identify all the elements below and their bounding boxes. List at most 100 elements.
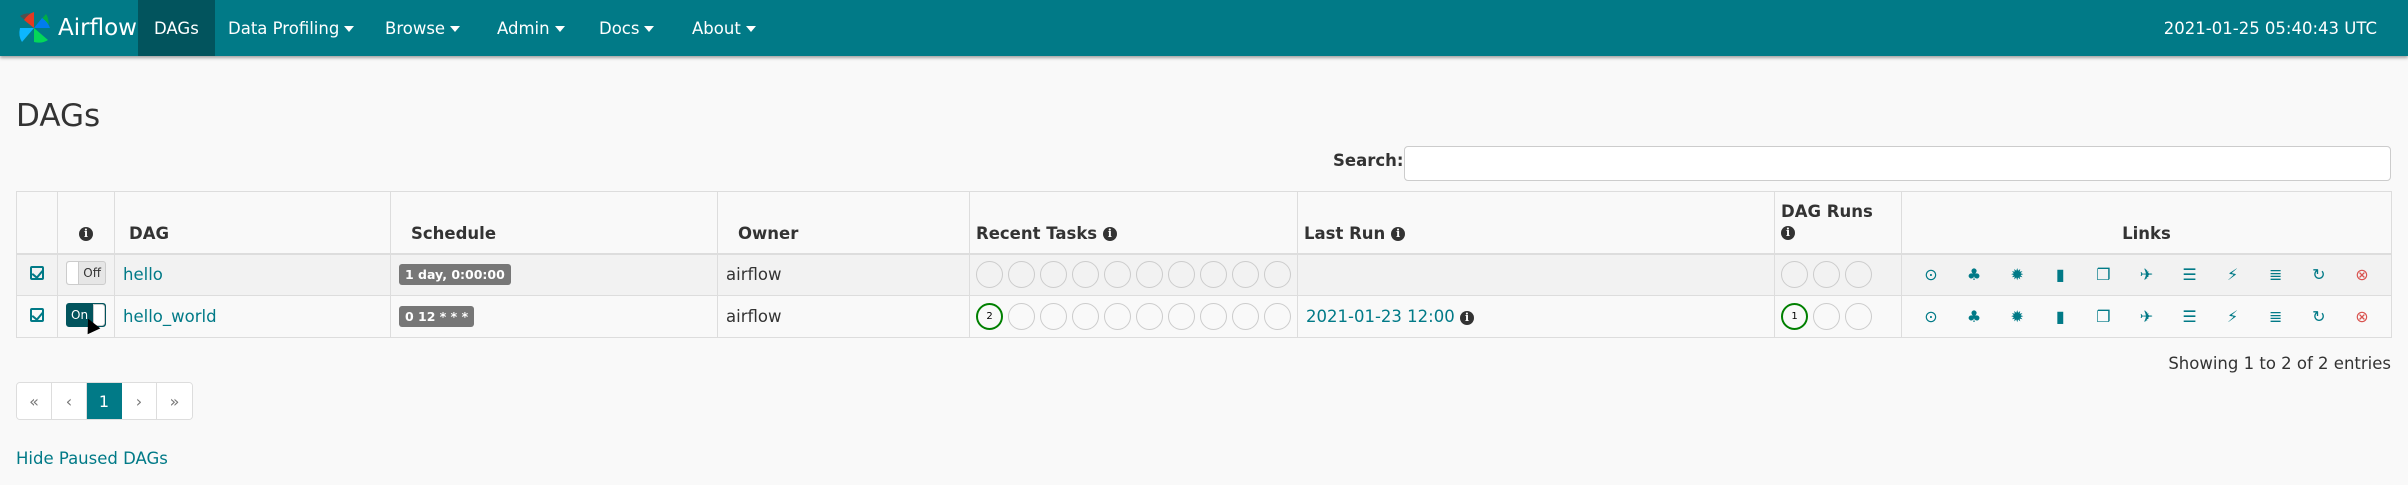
schedule-badge[interactable]: 1 day, 0:00:00 [399, 264, 511, 286]
task-state-circle[interactable] [1264, 303, 1291, 330]
gantt-icon[interactable]: ☰ [2181, 266, 2199, 284]
dag-runs-cell: 1 [1774, 295, 1902, 338]
col-links: Links [1901, 191, 2392, 255]
task-state-circle[interactable] [1072, 261, 1099, 289]
last-run-link[interactable]: 2021-01-23 12:00 [1306, 307, 1455, 326]
run-state-circle[interactable] [1781, 261, 1808, 289]
refresh-icon[interactable]: ↻ [2310, 308, 2328, 326]
edit-icon[interactable] [30, 308, 44, 322]
tree-view-icon[interactable]: ♣ [1965, 308, 1983, 326]
gantt-icon[interactable]: ☰ [2181, 308, 2199, 326]
info-icon[interactable]: i [1459, 310, 1474, 325]
schedule-badge[interactable]: 0 12 * * * [399, 306, 475, 327]
task-state-circle[interactable] [1040, 261, 1067, 289]
trigger-dag-icon[interactable]: ⊙ [1922, 266, 1940, 284]
hide-paused-dags-link[interactable]: Hide Paused DAGs [16, 449, 168, 468]
task-state-circle[interactable] [1008, 261, 1035, 289]
dags-table: i DAG Schedule Owner Recent Tasks i Last… [16, 191, 2392, 338]
last-run-cell: 2021-01-23 12:00 i [1297, 295, 1775, 338]
run-state-circle[interactable] [1813, 303, 1840, 330]
utc-clock[interactable]: 2021-01-25 05:40:43 UTC [2164, 0, 2377, 56]
task-state-circle[interactable] [976, 261, 1003, 289]
nav-dags[interactable]: DAGs [138, 0, 215, 56]
dag-link[interactable]: hello_world [123, 307, 217, 326]
info-icon[interactable]: i [1781, 226, 1795, 240]
dag-toggle-off[interactable]: Off [66, 260, 106, 285]
nav-admin[interactable]: Admin [481, 0, 581, 56]
edit-icon[interactable] [30, 266, 44, 281]
col-owner[interactable]: Owner [717, 191, 970, 255]
task-state-circle[interactable] [1008, 303, 1035, 330]
task-tries-icon[interactable]: ❐ [2094, 266, 2112, 284]
dag-link[interactable]: hello [123, 265, 163, 284]
caret-down-icon [554, 26, 565, 32]
task-state-circle[interactable] [1168, 303, 1195, 330]
schedule-cell: 0 12 * * * [390, 295, 718, 338]
run-state-circle[interactable] [1813, 261, 1840, 289]
trigger-dag-icon[interactable]: ⊙ [1922, 308, 1940, 326]
task-state-circle[interactable] [1104, 303, 1131, 330]
toggle-knob [67, 261, 79, 284]
tree-view-icon[interactable]: ♣ [1965, 266, 1983, 284]
page-current-button[interactable]: 1 [87, 383, 122, 419]
task-state-circle[interactable]: 2 [976, 303, 1003, 330]
col-last-run: Last Run i [1297, 191, 1775, 255]
task-state-circle[interactable] [1200, 261, 1227, 289]
refresh-icon[interactable]: ↻ [2310, 266, 2328, 284]
airflow-logo-icon [19, 12, 50, 43]
graph-view-icon[interactable]: ✹ [2008, 308, 2026, 326]
col-dag[interactable]: DAG [114, 191, 391, 255]
task-state-circle[interactable] [1232, 261, 1259, 289]
run-state-circle[interactable] [1845, 303, 1872, 330]
delete-icon[interactable]: ⊗ [2353, 308, 2371, 326]
pagination: « ‹ 1 › » [16, 382, 193, 420]
edit-cell [16, 295, 58, 338]
edit-cell [16, 253, 58, 296]
task-state-circle[interactable] [1264, 261, 1291, 289]
nav-docs[interactable]: Docs [583, 0, 670, 56]
search-input[interactable] [1404, 146, 2391, 181]
landing-times-icon[interactable]: ✈ [2137, 266, 2155, 284]
page-last-button[interactable]: » [157, 383, 192, 419]
task-state-circle[interactable] [1136, 261, 1163, 289]
brand-label: Airflow [58, 15, 137, 41]
code-icon[interactable]: ⚡ [2224, 308, 2242, 326]
col-schedule[interactable]: Schedule [390, 191, 718, 255]
logs-icon[interactable]: ≣ [2267, 308, 2285, 326]
page-prev-button[interactable]: ‹ [52, 383, 87, 419]
task-state-circle[interactable] [1168, 261, 1195, 289]
task-tries-icon[interactable]: ❐ [2094, 308, 2112, 326]
nav-data-profiling[interactable]: Data Profiling [212, 0, 370, 56]
code-icon[interactable]: ⚡ [2224, 266, 2242, 284]
task-state-circle[interactable] [1232, 303, 1259, 330]
table-row: On hello_world 0 12 * * * airflow 2 2021… [16, 295, 2392, 338]
nav-about[interactable]: About [676, 0, 772, 56]
task-state-circle[interactable] [1200, 303, 1227, 330]
run-state-circle[interactable] [1845, 261, 1872, 289]
landing-times-icon[interactable]: ✈ [2137, 308, 2155, 326]
logs-icon[interactable]: ≣ [2267, 266, 2285, 284]
page-first-button[interactable]: « [17, 383, 52, 419]
airflow-brand[interactable]: Airflow [14, 6, 137, 50]
delete-icon[interactable]: ⊗ [2353, 266, 2371, 284]
run-state-circle[interactable]: 1 [1781, 303, 1808, 330]
dag-id-cell: hello_world [114, 295, 391, 338]
nav-browse[interactable]: Browse [369, 0, 476, 56]
page-title: DAGs [16, 98, 101, 134]
info-icon[interactable]: i [1102, 227, 1117, 241]
page-next-button[interactable]: › [122, 383, 157, 419]
col-toggle: i [57, 191, 115, 255]
task-state-circle[interactable] [1104, 261, 1131, 289]
task-state-circle[interactable] [1136, 303, 1163, 330]
table-row: Off hello 1 day, 0:00:00 airflow ⊙ ♣ ✹ ▮… [16, 253, 2392, 296]
task-duration-icon[interactable]: ▮ [2051, 308, 2069, 326]
recent-tasks-circles: 2 [976, 303, 1291, 330]
task-duration-icon[interactable]: ▮ [2051, 266, 2069, 284]
caret-down-icon [450, 26, 461, 32]
graph-view-icon[interactable]: ✹ [2008, 266, 2026, 284]
owner-cell: airflow [717, 295, 970, 338]
dag-runs-circles [1781, 261, 1895, 289]
info-icon[interactable]: i [1391, 227, 1406, 241]
task-state-circle[interactable] [1040, 303, 1067, 330]
task-state-circle[interactable] [1072, 303, 1099, 330]
